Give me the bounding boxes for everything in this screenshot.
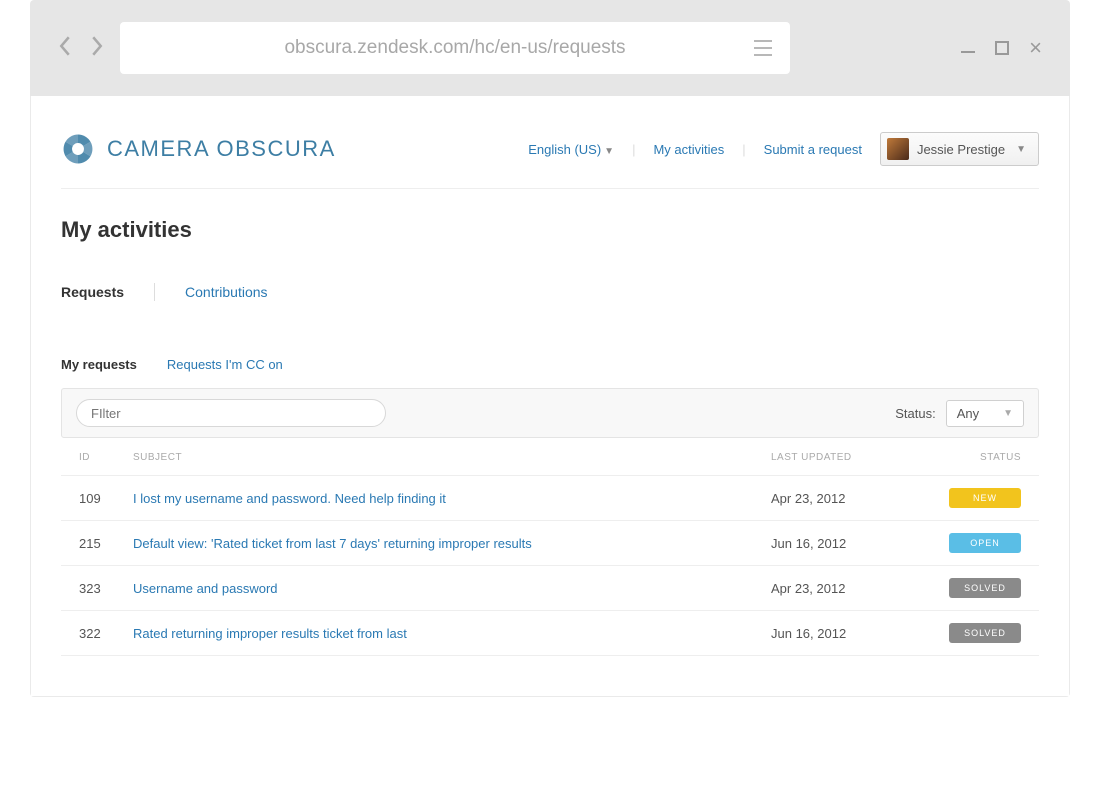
filter-bar: Status: Any ▼ [61, 388, 1039, 438]
language-selector[interactable]: English (US)▼ [528, 142, 614, 157]
col-header-subject[interactable]: SUBJECT [133, 452, 771, 463]
separator [154, 283, 155, 301]
avatar [887, 138, 909, 160]
cell-updated: Apr 23, 2012 [771, 491, 921, 506]
cell-subject[interactable]: Username and password [133, 581, 771, 596]
filter-input[interactable] [76, 399, 386, 427]
status-select[interactable]: Any ▼ [946, 400, 1024, 427]
cell-updated: Apr 23, 2012 [771, 581, 921, 596]
cell-status: SOLVED [921, 623, 1021, 643]
page-title: My activities [61, 217, 1039, 243]
cell-subject[interactable]: Rated returning improper results ticket … [133, 626, 771, 641]
close-button[interactable]: × [1029, 37, 1042, 59]
nav-my-activities[interactable]: My activities [653, 142, 724, 157]
cell-subject[interactable]: I lost my username and password. Need he… [133, 491, 771, 506]
requests-table: ID SUBJECT LAST UPDATED STATUS 109I lost… [61, 438, 1039, 656]
cell-id: 322 [79, 626, 133, 641]
chevron-down-icon: ▼ [604, 146, 614, 157]
cell-id: 215 [79, 536, 133, 551]
cell-status: OPEN [921, 533, 1021, 553]
table-row[interactable]: 323Username and passwordApr 23, 2012 SOLV… [61, 565, 1039, 610]
browser-chrome: obscura.zendesk.com/hc/en-us/requests × [30, 0, 1070, 96]
chevron-down-icon: ▼ [1016, 144, 1026, 155]
status-badge: NEW [949, 488, 1021, 508]
back-button[interactable] [58, 36, 72, 61]
cell-updated: Jun 16, 2012 [771, 626, 921, 641]
cell-status: SOLVED [921, 578, 1021, 598]
tab-requests[interactable]: Requests [61, 284, 124, 300]
col-header-status[interactable]: STATUS [921, 452, 1021, 463]
subtab-my-requests[interactable]: My requests [61, 357, 137, 372]
col-header-updated[interactable]: LAST UPDATED [771, 452, 921, 463]
chevron-down-icon: ▼ [1003, 408, 1013, 419]
brand-name: CAMERA OBSCURA [107, 136, 336, 162]
nav-submit-request[interactable]: Submit a request [764, 142, 862, 157]
tab-contributions[interactable]: Contributions [185, 284, 268, 300]
table-row[interactable]: 109I lost my username and password. Need… [61, 475, 1039, 520]
col-header-id[interactable]: ID [79, 452, 133, 463]
status-badge: SOLVED [949, 578, 1021, 598]
brand-logo[interactable]: CAMERA OBSCURA [61, 132, 336, 166]
minimize-button[interactable] [961, 51, 975, 53]
separator: | [742, 142, 745, 157]
status-badge: OPEN [949, 533, 1021, 553]
user-name: Jessie Prestige [917, 142, 1005, 157]
aperture-icon [61, 132, 95, 166]
cell-updated: Jun 16, 2012 [771, 536, 921, 551]
status-badge: SOLVED [949, 623, 1021, 643]
user-menu[interactable]: Jessie Prestige ▼ [880, 132, 1039, 166]
url-bar[interactable]: obscura.zendesk.com/hc/en-us/requests [120, 22, 790, 74]
forward-button[interactable] [90, 36, 104, 61]
status-label: Status: [895, 406, 935, 421]
cell-subject[interactable]: Default view: 'Rated ticket from last 7 … [133, 536, 771, 551]
cell-id: 323 [79, 581, 133, 596]
table-row[interactable]: 215Default view: 'Rated ticket from last… [61, 520, 1039, 565]
url-text: obscura.zendesk.com/hc/en-us/requests [284, 37, 625, 59]
subtab-cc-on[interactable]: Requests I'm CC on [167, 357, 283, 372]
hamburger-icon[interactable] [754, 40, 772, 56]
cell-status: NEW [921, 488, 1021, 508]
table-row[interactable]: 322Rated returning improper results tick… [61, 610, 1039, 655]
separator: | [632, 142, 635, 157]
maximize-button[interactable] [995, 41, 1009, 55]
cell-id: 109 [79, 491, 133, 506]
